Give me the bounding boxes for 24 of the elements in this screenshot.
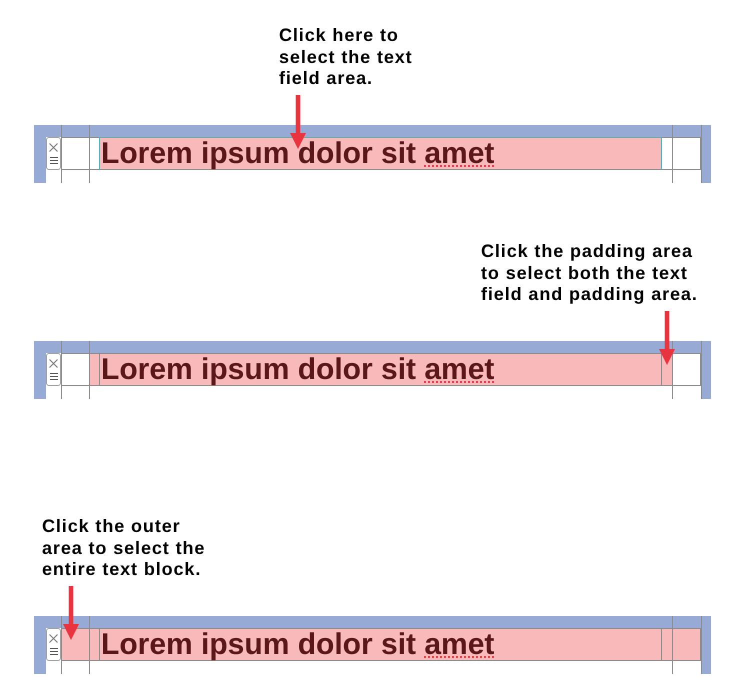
padding-area[interactable]	[662, 137, 672, 170]
close-icon[interactable]	[49, 359, 58, 368]
text-field[interactable]: Lorem ipsum dolor sit amet	[99, 628, 662, 661]
padding-area[interactable]	[662, 628, 672, 661]
instruction-text: Click the outer area to select the entire text block.	[42, 516, 206, 580]
outer-area[interactable]	[672, 353, 701, 386]
text-field[interactable]: Lorem ipsum dolor sit amet	[99, 137, 662, 170]
instruction-text: Click the padding area to select both the text field and padding area.	[481, 241, 698, 306]
drag-handle[interactable]	[46, 137, 61, 170]
close-icon[interactable]	[49, 634, 58, 643]
instruction-text: Click here to select the text field area.	[279, 25, 413, 90]
padding-area[interactable]	[89, 628, 99, 661]
menu-icon[interactable]	[50, 157, 58, 164]
drag-handle[interactable]	[46, 353, 61, 386]
close-icon[interactable]	[49, 143, 58, 152]
menu-icon[interactable]	[50, 373, 58, 380]
drag-handle[interactable]	[46, 628, 61, 661]
menu-icon[interactable]	[50, 648, 58, 655]
outer-area[interactable]	[672, 137, 701, 170]
pointer-arrow	[659, 311, 675, 365]
outer-area[interactable]	[672, 628, 701, 661]
padding-area[interactable]	[89, 353, 99, 386]
pointer-arrow	[63, 586, 79, 640]
text-field[interactable]: Lorem ipsum dolor sit amet	[99, 353, 662, 386]
